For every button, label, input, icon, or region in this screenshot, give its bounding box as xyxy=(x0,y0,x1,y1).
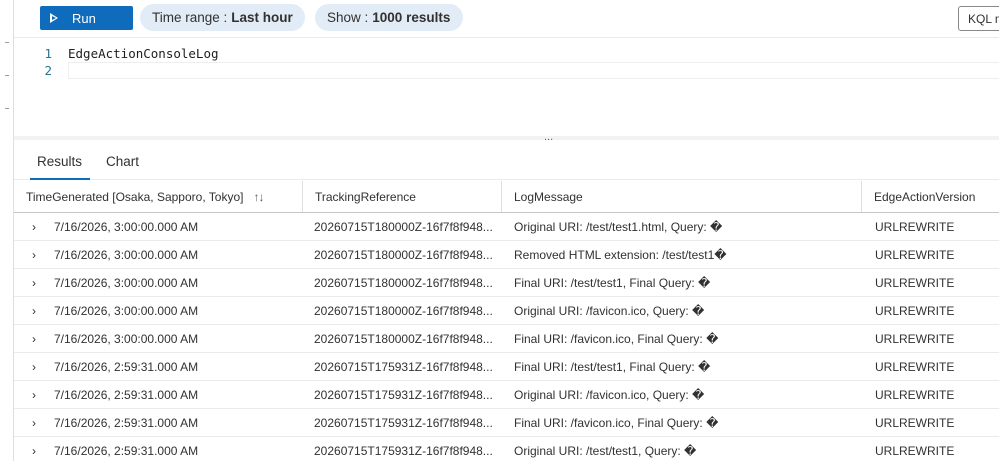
cell-trackingreference: 20260715T180000Z-16f7f8f948... xyxy=(314,219,493,234)
cell-logmessage: Removed HTML extension: /test/test1� xyxy=(514,247,727,262)
expand-row-chevron-icon[interactable]: › xyxy=(26,409,42,436)
cell-edgeactionversion: URLREWRITE xyxy=(875,387,955,402)
cell-trackingreference: 20260715T180000Z-16f7f8f948... xyxy=(314,303,493,318)
cell-trackingreference: 20260715T180000Z-16f7f8f948... xyxy=(314,331,493,346)
cell-timegenerated: 7/16/2026, 3:00:00.000 AM xyxy=(54,247,199,262)
tab-chart[interactable]: Chart xyxy=(106,154,139,169)
cell-edgeactionversion: URLREWRITE xyxy=(875,443,955,458)
time-range-picker[interactable]: Time range : Last hour xyxy=(140,4,305,31)
column-header-edgeactionversion[interactable]: EdgeActionVersion xyxy=(862,181,999,212)
expand-row-chevron-icon[interactable]: › xyxy=(26,381,42,408)
cell-logmessage: Original URI: /test/test1.html, Query: � xyxy=(514,219,723,234)
cell-edgeactionversion: URLREWRITE xyxy=(875,219,955,234)
cell-edgeactionversion: URLREWRITE xyxy=(875,275,955,290)
cell-timegenerated: 7/16/2026, 2:59:31.000 AM xyxy=(54,415,199,430)
line-number: 2 xyxy=(44,63,52,78)
editor-line[interactable]: 2 xyxy=(14,62,52,79)
cell-edgeactionversion: URLREWRITE xyxy=(875,359,955,374)
cell-logmessage: Original URI: /test/test1, Query: � xyxy=(514,443,697,458)
play-icon xyxy=(50,13,58,23)
cell-edgeactionversion: URLREWRITE xyxy=(875,331,955,346)
expand-row-chevron-icon[interactable]: › xyxy=(26,213,42,240)
left-panel-edge xyxy=(0,0,14,461)
cell-timegenerated: 7/16/2026, 2:59:31.000 AM xyxy=(54,443,199,458)
result-limit-key: Show : xyxy=(327,10,369,25)
cell-trackingreference: 20260715T175931Z-16f7f8f948... xyxy=(314,359,493,374)
column-header-label: LogMessage xyxy=(514,189,583,204)
expand-row-chevron-icon[interactable]: › xyxy=(26,241,42,268)
table-row[interactable]: › 7/16/2026, 3:00:00.000 AM 20260715T18000… xyxy=(14,241,999,269)
run-button[interactable]: Run xyxy=(40,6,133,30)
cell-timegenerated: 7/16/2026, 3:00:00.000 AM xyxy=(54,219,199,234)
table-row[interactable]: › 7/16/2026, 2:59:31.000 AM 20260715T17593… xyxy=(14,437,999,461)
splitter-grip-icon[interactable]: ... xyxy=(544,132,553,143)
cell-timegenerated: 7/16/2026, 3:00:00.000 AM xyxy=(54,275,199,290)
cell-trackingreference: 20260715T175931Z-16f7f8f948... xyxy=(314,443,493,458)
cell-trackingreference: 20260715T180000Z-16f7f8f948... xyxy=(314,247,493,262)
query-toolbar: Run Time range : Last hour Show : 1000 r… xyxy=(14,0,999,38)
cell-logmessage: Final URI: /test/test1, Final Query: � xyxy=(514,275,711,290)
expand-row-chevron-icon[interactable]: › xyxy=(26,437,42,461)
cell-logmessage: Final URI: /favicon.ico, Final Query: � xyxy=(514,331,719,346)
cell-timegenerated: 7/16/2026, 3:00:00.000 AM xyxy=(54,303,199,318)
cell-trackingreference: 20260715T175931Z-16f7f8f948... xyxy=(314,387,493,402)
cell-logmessage: Final URI: /favicon.ico, Final Query: � xyxy=(514,415,719,430)
expand-row-chevron-icon[interactable]: › xyxy=(26,353,42,380)
cell-timegenerated: 7/16/2026, 2:59:31.000 AM xyxy=(54,359,199,374)
cell-trackingreference: 20260715T175931Z-16f7f8f948... xyxy=(314,415,493,430)
column-header-timegenerated[interactable]: TimeGenerated [Osaka, Sapporo, Tokyo] ↑↓ xyxy=(14,181,303,212)
tab-results[interactable]: Results xyxy=(37,154,82,169)
cell-logmessage: Original URI: /favicon.ico, Query: � xyxy=(514,387,705,402)
left-panel-tick xyxy=(5,108,9,109)
cell-edgeactionversion: URLREWRITE xyxy=(875,247,955,262)
grid-body: › 7/16/2026, 3:00:00.000 AM 20260715T18000… xyxy=(14,213,999,461)
cell-edgeactionversion: URLREWRITE xyxy=(875,303,955,318)
kql-mode-button[interactable]: KQL m xyxy=(958,6,999,31)
table-row[interactable]: › 7/16/2026, 2:59:31.000 AM 20260715T17593… xyxy=(14,353,999,381)
cell-logmessage: Original URI: /favicon.ico, Query: � xyxy=(514,303,705,318)
editor-line[interactable]: 1 EdgeActionConsoleLog xyxy=(14,45,218,62)
left-panel-tick xyxy=(5,75,9,76)
pane-splitter[interactable] xyxy=(14,136,999,140)
column-header-label: TrackingReference xyxy=(315,189,416,204)
expand-row-chevron-icon[interactable]: › xyxy=(26,325,42,352)
column-header-logmessage[interactable]: LogMessage xyxy=(502,181,862,212)
cell-logmessage: Final URI: /test/test1, Final Query: � xyxy=(514,359,711,374)
result-limit-value: 1000 results xyxy=(372,10,451,25)
table-row[interactable]: › 7/16/2026, 2:59:31.000 AM 20260715T17593… xyxy=(14,409,999,437)
cell-timegenerated: 7/16/2026, 2:59:31.000 AM xyxy=(54,387,199,402)
column-header-trackingreference[interactable]: TrackingReference xyxy=(303,181,502,212)
line-number: 1 xyxy=(44,46,52,61)
run-button-label: Run xyxy=(72,10,96,26)
result-limit-picker[interactable]: Show : 1000 results xyxy=(315,4,463,31)
column-header-label: TimeGenerated [Osaka, Sapporo, Tokyo] xyxy=(26,189,244,204)
table-row[interactable]: › 7/16/2026, 2:59:31.000 AM 20260715T17593… xyxy=(14,381,999,409)
cell-timegenerated: 7/16/2026, 3:00:00.000 AM xyxy=(54,331,199,346)
expand-row-chevron-icon[interactable]: › xyxy=(26,297,42,324)
grid-header: TimeGenerated [Osaka, Sapporo, Tokyo] ↑↓… xyxy=(14,181,999,213)
cell-edgeactionversion: URLREWRITE xyxy=(875,415,955,430)
sort-icon[interactable]: ↑↓ xyxy=(253,190,264,204)
column-header-label: EdgeActionVersion xyxy=(874,189,976,204)
table-row[interactable]: › 7/16/2026, 3:00:00.000 AM 20260715T18000… xyxy=(14,213,999,241)
table-row[interactable]: › 7/16/2026, 3:00:00.000 AM 20260715T18000… xyxy=(14,269,999,297)
time-range-value: Last hour xyxy=(231,10,293,25)
expand-row-chevron-icon[interactable]: › xyxy=(26,269,42,296)
time-range-key: Time range : xyxy=(152,10,228,25)
active-tab-indicator xyxy=(30,178,90,180)
query-editor[interactable]: 1 EdgeActionConsoleLog 2 xyxy=(14,38,999,138)
table-row[interactable]: › 7/16/2026, 3:00:00.000 AM 20260715T18000… xyxy=(14,297,999,325)
left-panel-tick xyxy=(5,42,9,43)
cell-trackingreference: 20260715T180000Z-16f7f8f948... xyxy=(314,275,493,290)
results-grid: TimeGenerated [Osaka, Sapporo, Tokyo] ↑↓… xyxy=(14,181,999,461)
table-row[interactable]: › 7/16/2026, 3:00:00.000 AM 20260715T18000… xyxy=(14,325,999,353)
results-tabs: Results Chart xyxy=(14,146,999,180)
query-text[interactable]: EdgeActionConsoleLog xyxy=(68,46,219,61)
current-line-highlight xyxy=(68,62,999,79)
